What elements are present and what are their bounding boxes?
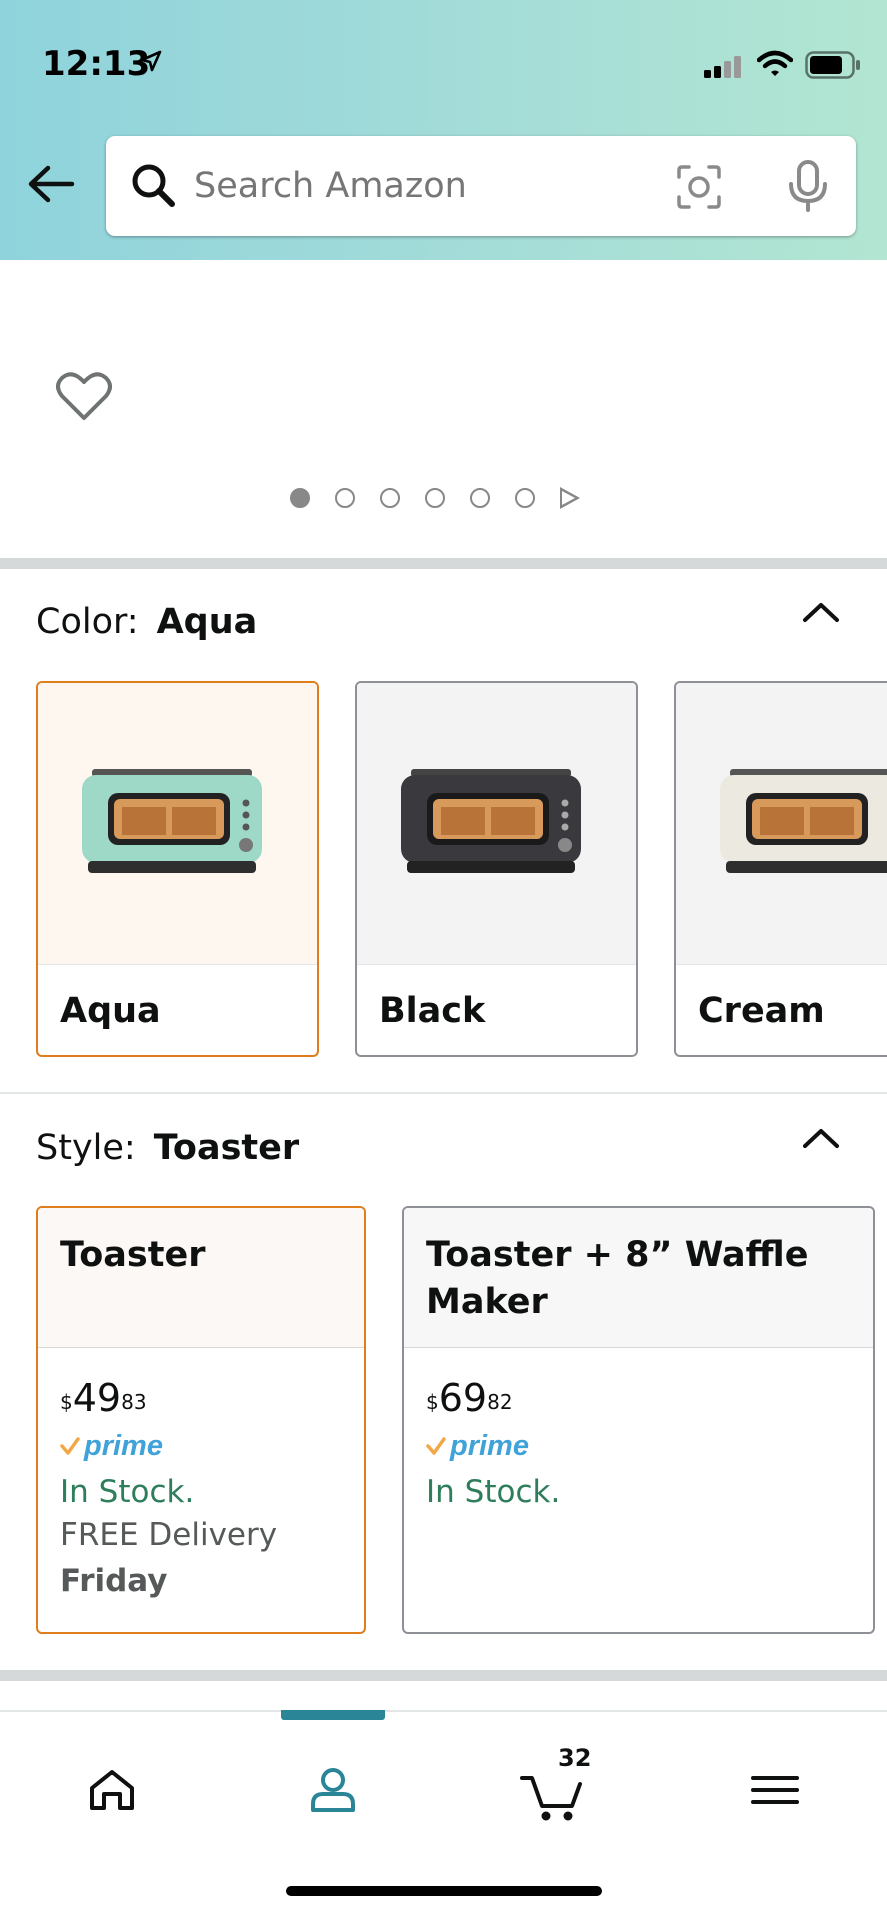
section-divider	[0, 1092, 887, 1094]
delivery-day: Friday	[60, 1563, 168, 1599]
prime-label: prime	[84, 1429, 163, 1462]
battery-icon	[805, 51, 860, 79]
search-icon	[132, 164, 175, 207]
swatch-image	[676, 683, 887, 965]
price-whole: 69	[438, 1376, 488, 1420]
nav-home[interactable]	[72, 1750, 152, 1830]
back-button[interactable]	[26, 164, 82, 214]
section-divider	[0, 1670, 887, 1681]
pager-dot[interactable]	[380, 488, 400, 508]
price-currency: $	[426, 1390, 439, 1414]
style-option-title: Toaster	[38, 1208, 364, 1348]
image-pager-dots[interactable]	[290, 486, 580, 510]
home-icon	[90, 1770, 134, 1810]
price: $4983	[60, 1376, 342, 1420]
search-box[interactable]	[106, 136, 856, 236]
price-fraction: 83	[121, 1390, 147, 1414]
account-icon	[311, 1768, 355, 1812]
toaster-aqua-image	[82, 769, 262, 873]
color-option-cream[interactable]: Cream	[674, 681, 887, 1057]
wifi-icon	[757, 50, 793, 76]
nav-active-indicator	[281, 1710, 385, 1720]
price-fraction: 82	[487, 1390, 513, 1414]
section-divider	[0, 558, 887, 569]
collapse-chevron-up-icon[interactable]	[800, 1126, 842, 1152]
pager-dot[interactable]	[335, 488, 355, 508]
style-option-toaster[interactable]: Toaster $4983 prime In Stock. FREE Deliv…	[36, 1206, 366, 1634]
wishlist-heart-icon[interactable]	[56, 370, 112, 422]
style-label-text: Style:	[36, 1128, 136, 1168]
color-label-text: Color:	[36, 602, 139, 642]
pager-dot[interactable]	[515, 488, 535, 508]
toaster-black-image	[401, 769, 581, 873]
nav-cart[interactable]: 32	[514, 1744, 594, 1830]
pager-next-icon[interactable]	[560, 487, 580, 509]
prime-badge: prime	[60, 1428, 342, 1464]
style-label: Style: Toaster	[36, 1128, 299, 1168]
style-option-title: Toaster + 8” Waffle Maker	[404, 1208, 873, 1348]
pager-dot-active[interactable]	[290, 488, 310, 508]
cellular-signal-icon	[704, 56, 741, 78]
style-option-toaster-waffle[interactable]: Toaster + 8” Waffle Maker $6982 prime In…	[402, 1206, 875, 1634]
microphone-icon[interactable]	[786, 160, 830, 212]
collapse-chevron-up-icon[interactable]	[800, 600, 842, 626]
status-time: 12:13	[42, 44, 151, 84]
nav-menu[interactable]	[735, 1750, 815, 1830]
nav-account[interactable]	[293, 1750, 373, 1830]
swatch-label: Black	[379, 991, 486, 1031]
app-header: 12:13	[0, 0, 887, 260]
camera-search-icon[interactable]	[676, 164, 722, 210]
cart-count-badge: 32	[558, 1744, 592, 1772]
swatch-image	[38, 683, 317, 965]
price-currency: $	[60, 1390, 73, 1414]
search-input[interactable]	[194, 158, 634, 214]
delivery-text: FREE Delivery	[60, 1517, 278, 1553]
price: $6982	[426, 1376, 851, 1420]
home-indicator[interactable]	[286, 1886, 602, 1896]
style-selected-value: Toaster	[153, 1128, 300, 1168]
stock-status: In Stock.	[426, 1474, 561, 1510]
color-selected-value: Aqua	[156, 602, 258, 642]
toaster-cream-image	[720, 769, 887, 873]
pager-dot[interactable]	[425, 488, 445, 508]
color-option-aqua[interactable]: Aqua	[36, 681, 319, 1057]
prime-check-icon	[60, 1437, 80, 1455]
back-arrow-icon	[28, 165, 75, 203]
location-arrow-icon	[140, 50, 162, 72]
menu-icon	[751, 1776, 799, 1804]
swatch-image	[357, 683, 636, 965]
prime-check-icon	[426, 1437, 446, 1455]
color-option-black[interactable]: Black	[355, 681, 638, 1057]
prime-badge: prime	[426, 1428, 851, 1464]
stock-status: In Stock.	[60, 1474, 195, 1510]
nav-top-border	[0, 1710, 887, 1712]
price-whole: 49	[72, 1376, 122, 1420]
color-label: Color: Aqua	[36, 602, 257, 642]
pager-dot[interactable]	[470, 488, 490, 508]
swatch-label: Aqua	[60, 991, 161, 1031]
prime-label: prime	[450, 1429, 529, 1462]
swatch-label: Cream	[698, 991, 825, 1031]
